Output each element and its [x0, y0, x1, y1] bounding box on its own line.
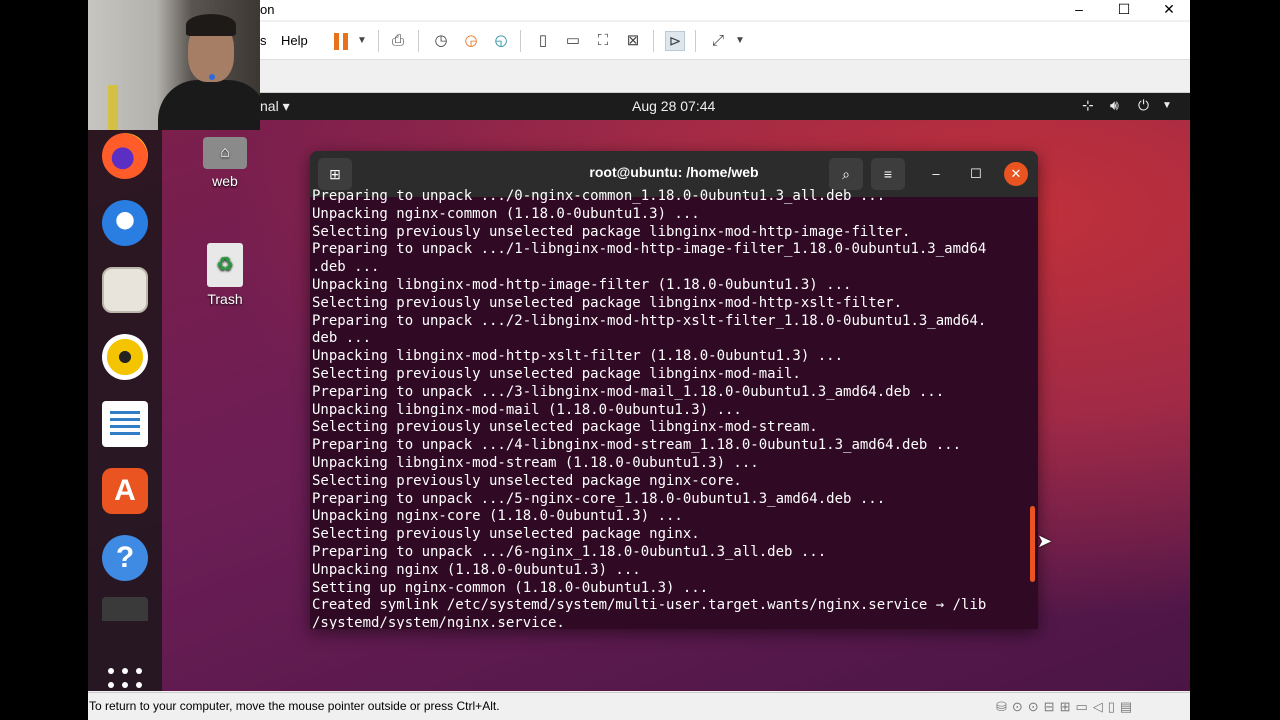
clock[interactable]: Aug 28 07:44 [632, 98, 715, 114]
toolbar-separator [653, 30, 654, 52]
device-status-icons[interactable]: ⛁⊙⊙⊟⊞▭◁▯▤ [996, 699, 1137, 715]
terminal-line: Unpacking nginx (1.18.0-0ubuntu1.3) ... [312, 561, 641, 578]
dock: A ? [88, 120, 162, 691]
left-black-border [0, 0, 88, 720]
terminal-line: deb ... [312, 330, 372, 347]
desktop-trash[interactable]: ♻ Trash [188, 243, 262, 307]
terminal-line: Preparing to unpack .../2-libnginx-mod-h… [312, 312, 987, 329]
terminal-minimize-button[interactable]: – [924, 162, 948, 186]
terminal-line: Selecting previously unselected package … [312, 419, 818, 436]
terminal-line: Preparing to unpack .../0-nginx-common_1… [312, 188, 886, 204]
microphone-icon [209, 74, 215, 80]
terminal-line: Selecting previously unselected package … [312, 526, 700, 543]
toolbar-separator [378, 30, 379, 52]
toolbar-separator [418, 30, 419, 52]
stretch-guest-icon[interactable]: ⤢ [708, 31, 728, 51]
terminal-maximize-button[interactable]: ☐ [964, 162, 988, 186]
terminal-line: Selecting previously unselected package … [312, 223, 911, 240]
terminal-line: Selecting previously unselected package … [312, 472, 742, 489]
terminal-output[interactable]: Preparing to unpack .../0-nginx-common_1… [312, 188, 1036, 629]
hamburger-menu-icon[interactable]: ≡ [871, 158, 905, 190]
sidebar-icon[interactable]: ▯ [533, 31, 553, 51]
menu-fragment[interactable]: s [260, 33, 267, 48]
maximize-button[interactable]: ☐ [1101, 0, 1147, 20]
terminal-line: Unpacking nginx-core (1.18.0-0ubuntu1.3)… [312, 508, 683, 525]
fullscreen-icon[interactable]: ⛶ [593, 31, 613, 51]
terminal-line: Unpacking libnginx-mod-http-xslt-filter … [312, 348, 844, 365]
terminal-icon[interactable] [102, 597, 148, 621]
terminal-line: Selecting previously unselected package … [312, 294, 903, 311]
mouse-pointer-icon: ➤ [1037, 531, 1053, 551]
pause-dropdown-icon[interactable]: ▼ [352, 31, 372, 51]
vm-status-bar: To return to your computer, move the mou… [88, 692, 1190, 720]
pause-icon[interactable] [334, 33, 348, 50]
console-view-icon[interactable]: ⊳ [665, 31, 685, 51]
snapshot-icon[interactable]: ◷ [431, 31, 451, 51]
terminal-line: Preparing to unpack .../6-nginx_1.18.0-0… [312, 543, 827, 560]
terminal-line: Preparing to unpack .../4-libnginx-mod-s… [312, 437, 962, 454]
terminal-line: Setting up nginx-common (1.18.0-0ubuntu1… [312, 579, 709, 596]
software-center-icon[interactable]: A [102, 468, 148, 514]
power-icon[interactable]: ⏻ [1138, 97, 1149, 114]
send-keys-icon[interactable]: ⎙ [388, 31, 408, 51]
libreoffice-writer-icon[interactable] [102, 401, 148, 447]
toolbar-separator [695, 30, 696, 52]
terminal-line: Selecting previously unselected package … [312, 365, 801, 382]
trash-icon: ♻ [207, 243, 243, 287]
revert-snapshot-icon[interactable]: ◶ [461, 31, 481, 51]
terminal-line: Created symlink /etc/systemd/system/mult… [312, 597, 987, 614]
terminal-line: Preparing to unpack .../3-libnginx-mod-m… [312, 383, 945, 400]
presenter-body [158, 80, 260, 130]
terminal-window[interactable]: ⊞ root@ubuntu: /home/web ⌕ ≡ – ☐ ✕ Prepa… [310, 151, 1038, 629]
minimize-button[interactable]: – [1056, 0, 1102, 20]
firefox-icon[interactable] [102, 133, 148, 179]
thunderbird-icon[interactable] [102, 200, 148, 246]
terminal-line: Unpacking libnginx-mod-stream (1.18.0-0u… [312, 454, 759, 471]
terminal-line: Unpacking libnginx-mod-mail (1.18.0-0ubu… [312, 401, 742, 418]
terminal-line: Preparing to unpack .../1-libnginx-mod-h… [312, 241, 987, 258]
terminal-line: /systemd/system/nginx.service. [312, 615, 565, 629]
terminal-line: .deb ... [312, 259, 380, 276]
terminal-line: Preparing to unpack .../5-nginx-core_1.1… [312, 490, 886, 507]
snapshot-manager-icon[interactable]: ◵ [491, 31, 511, 51]
unity-icon[interactable]: ⊠ [623, 31, 643, 51]
help-icon[interactable]: ? [102, 535, 148, 581]
show-applications-icon[interactable] [108, 668, 142, 691]
right-black-border [1190, 0, 1280, 720]
files-icon[interactable] [102, 267, 148, 313]
background-object [108, 85, 118, 130]
volume-icon[interactable]: 🔊︎ [1110, 97, 1119, 114]
status-message: To return to your computer, move the mou… [89, 699, 500, 713]
toolbar-separator [520, 30, 521, 52]
system-menu-arrow-icon[interactable]: ▼ [1162, 100, 1172, 111]
rhythmbox-icon[interactable] [102, 334, 148, 380]
home-folder-icon: ⌂ [203, 137, 247, 169]
close-button[interactable]: ✕ [1146, 0, 1192, 20]
vm-title-text: on [260, 2, 275, 17]
stretch-dropdown-icon[interactable]: ▼ [730, 31, 750, 51]
presenter-hair [186, 14, 236, 36]
guest-desktop: nal ▾ Aug 28 07:44 ⊹ 🔊︎ ⏻ ▼ A ? ⌂ web ♻ … [88, 93, 1190, 691]
desktop-home-folder[interactable]: ⌂ web [188, 137, 262, 189]
terminal-line: Unpacking libnginx-mod-http-image-filter… [312, 276, 852, 293]
terminal-scrollbar[interactable] [1030, 506, 1035, 582]
webcam-overlay [88, 0, 260, 130]
activities-menu[interactable]: nal ▾ [260, 98, 290, 115]
thumbnail-bar-icon[interactable]: ▭ [563, 31, 583, 51]
home-folder-label: web [212, 173, 238, 189]
terminal-close-button[interactable]: ✕ [1004, 162, 1028, 186]
search-icon[interactable]: ⌕ [829, 158, 863, 190]
terminal-line: Unpacking nginx-common (1.18.0-0ubuntu1.… [312, 205, 700, 222]
trash-label: Trash [207, 291, 243, 307]
help-menu[interactable]: Help [281, 33, 308, 48]
network-icon[interactable]: ⊹ [1082, 97, 1094, 114]
